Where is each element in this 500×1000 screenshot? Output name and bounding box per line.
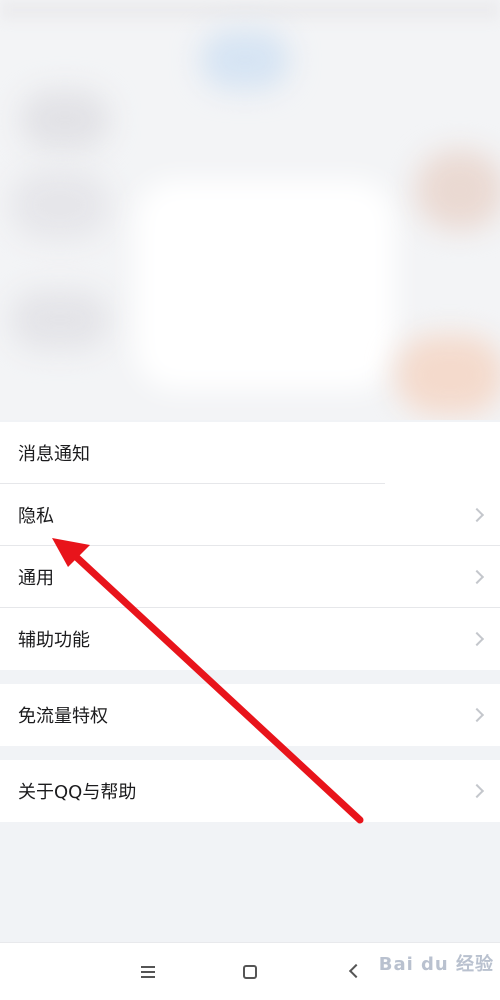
settings-item-accessibility[interactable]: 辅助功能 — [0, 608, 500, 670]
home-icon[interactable] — [235, 957, 265, 987]
settings-group-main: 消息通知 隐私 通用 辅助功能 — [0, 422, 500, 670]
settings-item-privacy[interactable]: 隐私 — [0, 484, 500, 546]
settings-group-data: 免流量特权 — [0, 684, 500, 746]
chevron-right-icon — [469, 707, 485, 723]
chevron-right-icon — [469, 507, 485, 523]
settings-item-label: 辅助功能 — [18, 630, 90, 651]
chevron-right-icon — [469, 631, 485, 647]
menu-icon[interactable] — [134, 957, 164, 987]
settings-list: 消息通知 隐私 通用 辅助功能 免流量特权 关于QQ与帮助 — [0, 422, 500, 942]
back-icon[interactable] — [340, 957, 370, 987]
settings-item-label: 通用 — [18, 568, 54, 589]
settings-item-label: 免流量特权 — [18, 706, 108, 727]
settings-item-label: 关于QQ与帮助 — [18, 782, 137, 803]
settings-item-general[interactable]: 通用 — [0, 546, 500, 608]
settings-item-about-help[interactable]: 关于QQ与帮助 — [0, 760, 500, 822]
section-gap — [0, 746, 500, 760]
settings-group-about: 关于QQ与帮助 — [0, 760, 500, 822]
settings-item-free-data[interactable]: 免流量特权 — [0, 684, 500, 746]
settings-item-label: 消息通知 — [18, 444, 90, 465]
blurred-background — [0, 0, 500, 420]
watermark: Bai du 经验 — [378, 954, 494, 975]
chevron-right-icon — [469, 569, 485, 585]
section-gap — [0, 670, 500, 684]
settings-item-notifications[interactable]: 消息通知 — [0, 422, 500, 484]
settings-item-label: 隐私 — [18, 506, 54, 527]
chevron-right-icon — [469, 783, 485, 799]
